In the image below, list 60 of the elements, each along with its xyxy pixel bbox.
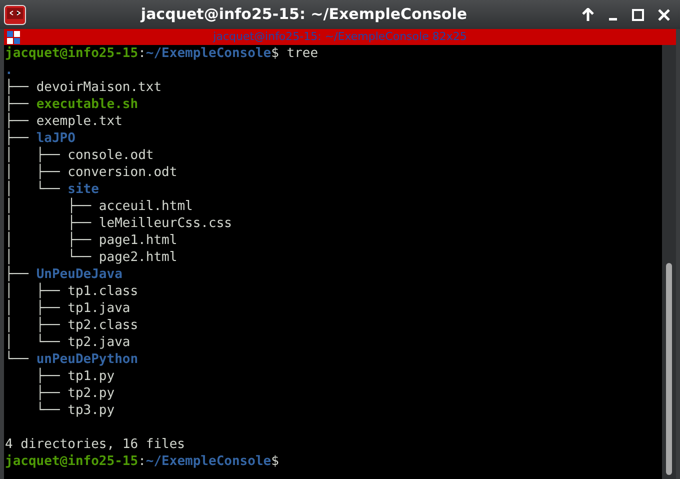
prompt-symbol: $ — [271, 453, 279, 470]
tree-branch: │ ├── — [5, 317, 61, 334]
file-name: acceuil.html — [98, 198, 193, 215]
tree-branch: │ ├── — [5, 283, 61, 300]
file-name: tp3.py — [68, 402, 115, 419]
command-text: tree — [286, 45, 318, 62]
prompt-user-host: jacquet@info25-15 — [5, 453, 138, 470]
tree-branch: └── — [5, 351, 30, 368]
prompt-path: ~/ExempleConsole — [146, 453, 272, 470]
summary-text: 4 directories, 16 files — [5, 436, 186, 453]
split-view-icon[interactable] — [7, 30, 21, 44]
close-icon[interactable] — [658, 8, 670, 20]
tree-branch: │ └── — [5, 249, 92, 266]
tree-root: . — [5, 62, 13, 78]
scrollbar-thumb[interactable] — [666, 263, 672, 475]
file-name: page1.html — [98, 232, 178, 249]
arrow-up-icon[interactable] — [582, 8, 594, 22]
prompt-user-host: jacquet@info25-15 — [5, 45, 138, 62]
window-title: jacquet@info25-15: ~/ExempleConsole — [140, 4, 468, 26]
prompt-path: ~/ExempleConsole — [146, 45, 272, 62]
prompt-separator: : — [138, 45, 146, 62]
directory-name: UnPeuDeJava — [36, 266, 122, 282]
file-name: tp2.py — [68, 385, 115, 402]
tree-branch: │ ├── — [5, 147, 61, 164]
tree-branch: ├── — [5, 113, 30, 130]
prompt-symbol: $ — [271, 45, 279, 62]
file-name: exemple.txt — [36, 113, 122, 130]
tree-branch: │ ├── — [5, 300, 61, 316]
file-name: conversion.odt — [68, 164, 178, 181]
tree-branch: ├── — [5, 266, 30, 282]
directory-name: laJPO — [36, 130, 76, 146]
tree-branch: ├── — [35, 368, 61, 384]
tree-branch: ├── — [5, 96, 30, 112]
file-name: console.odt — [68, 147, 154, 164]
prompt-separator: : — [138, 453, 146, 470]
tree-branch: │ └── — [5, 334, 61, 350]
tree-branch: │ ├── — [5, 232, 92, 248]
tree-branch: │ ├── — [5, 164, 61, 180]
directory-name: unPeuDePython — [36, 351, 138, 368]
file-name: tp1.java — [68, 300, 130, 317]
file-name: tp2.java — [68, 334, 130, 351]
maximize-icon[interactable] — [632, 8, 644, 20]
file-name: tp2.class — [68, 317, 138, 334]
terminal-tab[interactable]: jacquet@info25-15: ~/ExempleConsole 82x25 — [4, 29, 676, 45]
tree-branch: │ ├── — [5, 198, 92, 214]
file-name: tp1.class — [68, 283, 138, 300]
tree-branch: └── — [35, 402, 61, 419]
file-name: tp1.py — [68, 368, 115, 385]
file-name: page2.html — [98, 249, 178, 266]
terminal-app-icon[interactable] — [4, 4, 26, 24]
tree-branch: ├── — [35, 385, 61, 402]
file-name: leMeilleurCss.css — [98, 215, 232, 232]
tree-branch: │ └── — [5, 181, 61, 198]
tree-branch: ├── — [5, 79, 30, 96]
directory-name: site — [68, 181, 99, 198]
file-name: devoirMaison.txt — [36, 79, 162, 96]
executable-name: executable.sh — [36, 96, 138, 113]
tree-branch: ├── — [5, 130, 30, 146]
tab-title: jacquet@info25-15: ~/ExempleConsole 82x25 — [213, 28, 467, 45]
tree-branch: │ ├── — [5, 215, 92, 232]
